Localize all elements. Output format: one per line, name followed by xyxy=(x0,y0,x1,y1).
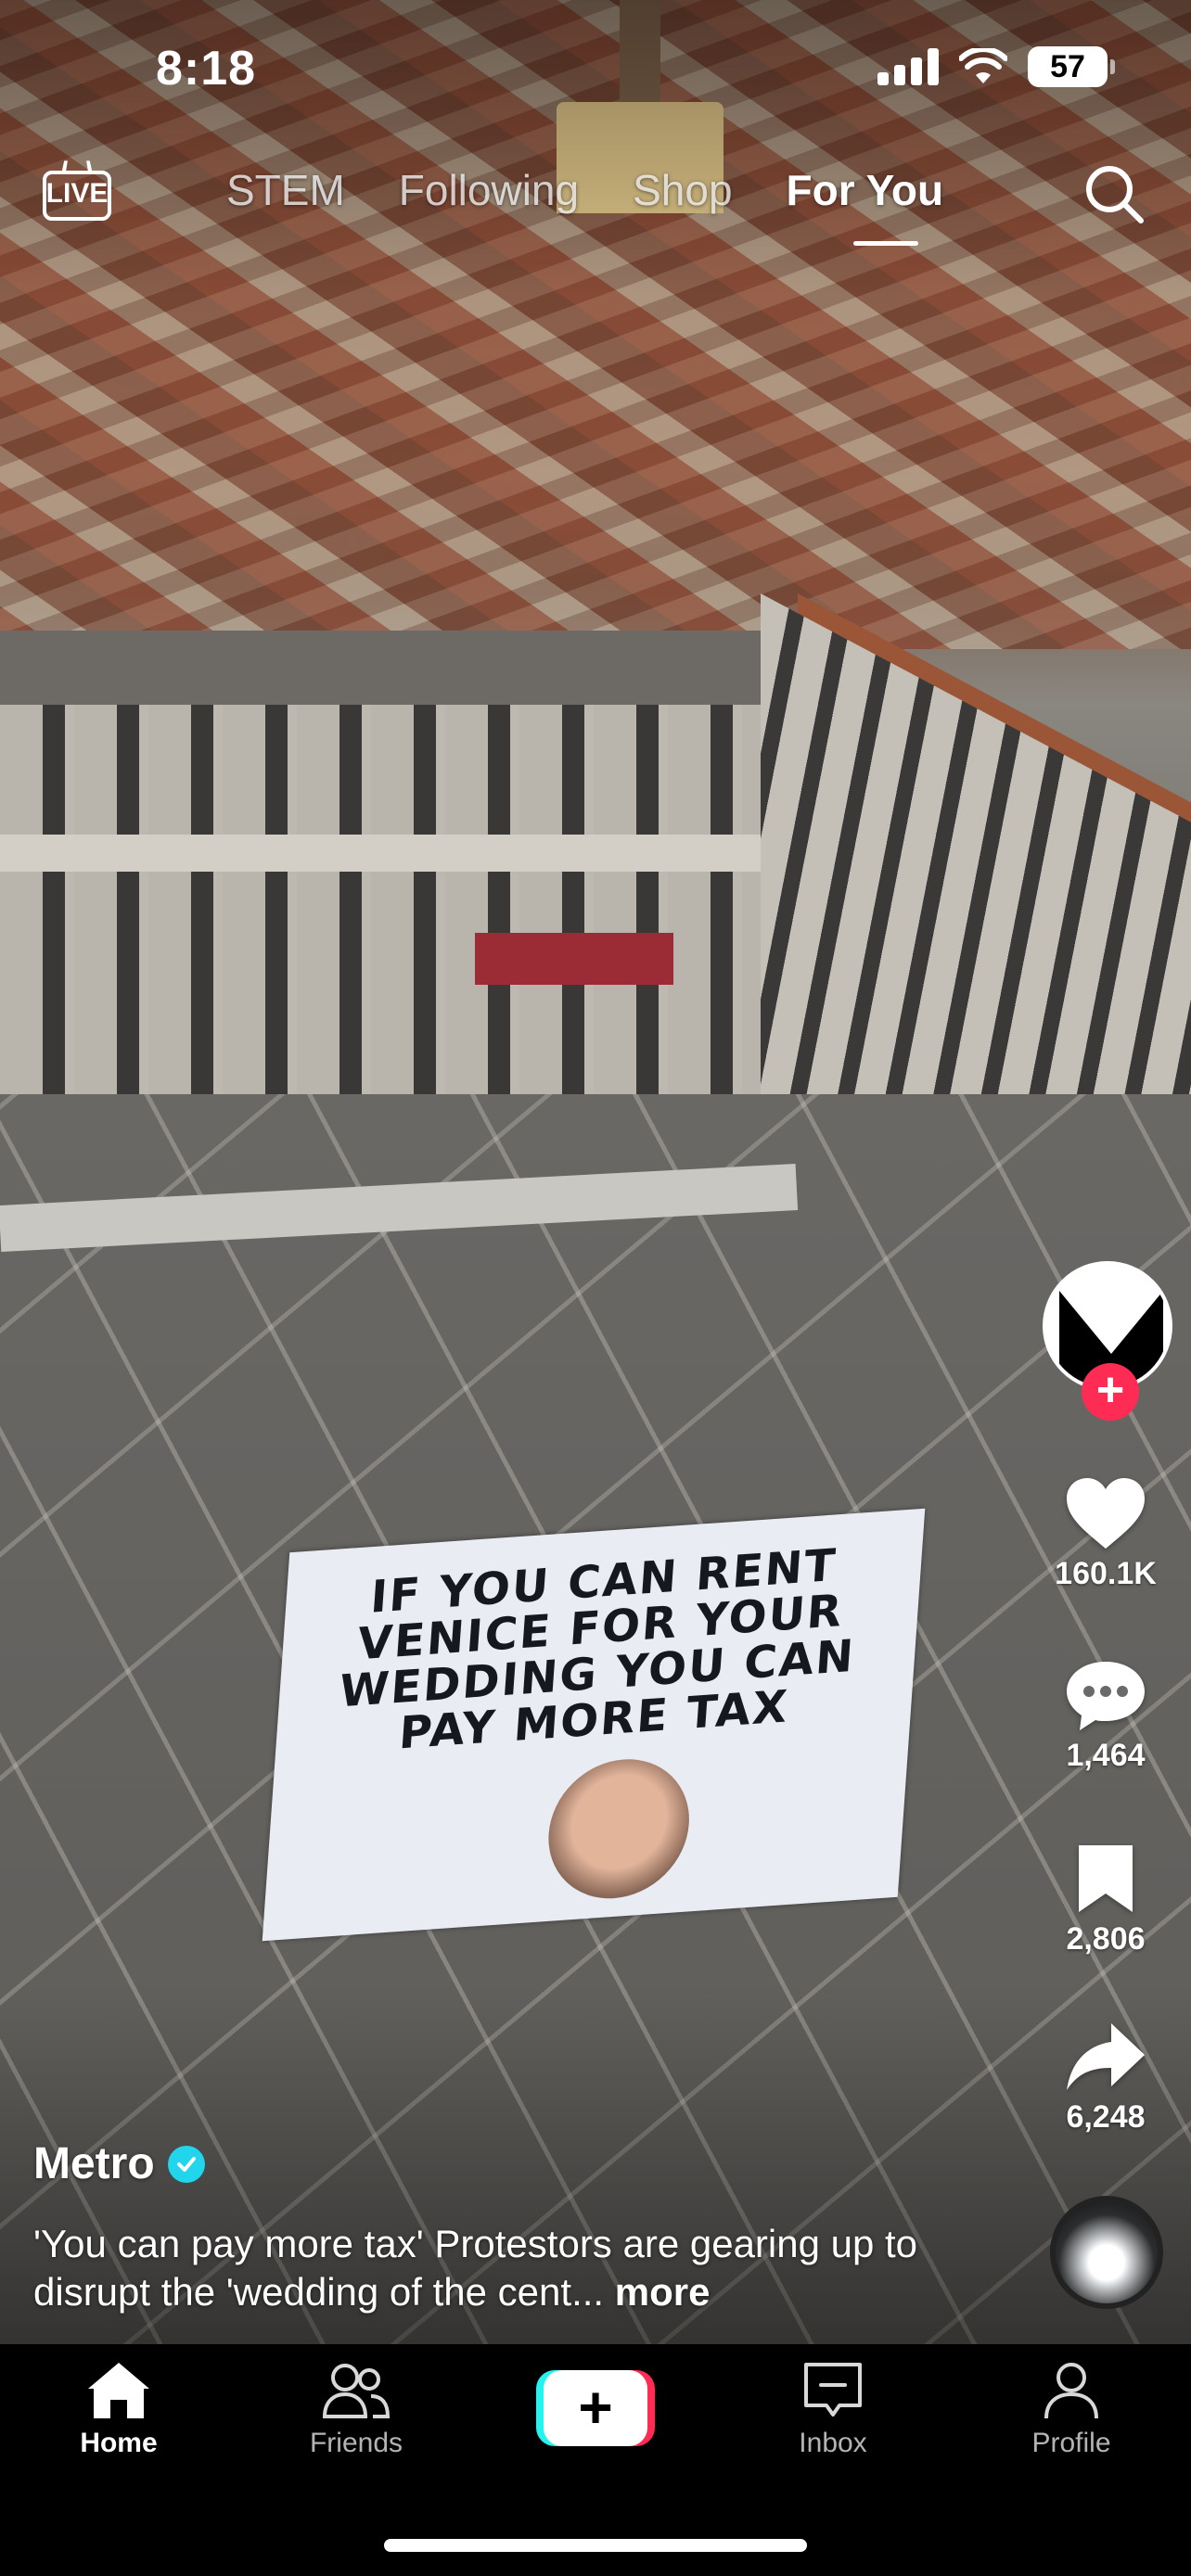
protest-banner: IF YOU CAN RENT VENICE FOR YOUR WEDDING … xyxy=(262,1508,926,1942)
tab-for-you[interactable]: For You xyxy=(787,165,944,215)
tab-stem[interactable]: STEM xyxy=(226,165,345,215)
arcade-building-left xyxy=(0,631,770,1113)
protest-banner-text: IF YOU CAN RENT VENICE FOR YOUR WEDDING … xyxy=(338,1539,857,1760)
comment-icon xyxy=(1067,1662,1145,1730)
search-icon[interactable] xyxy=(1082,161,1146,226)
share-button[interactable]: 6,248 xyxy=(1039,2020,1172,2136)
status-time: 8:18 xyxy=(156,42,257,96)
banner-portrait xyxy=(544,1754,694,1904)
comment-count: 1,464 xyxy=(1066,1738,1146,1773)
bookmark-icon xyxy=(1079,1845,1133,1912)
music-disc-icon[interactable] xyxy=(1050,2196,1163,2309)
tab-following[interactable]: Following xyxy=(399,165,579,215)
tab-inbox[interactable]: Inbox xyxy=(749,2361,916,2459)
tab-profile-label: Profile xyxy=(1031,2428,1111,2458)
save-button[interactable]: 2,806 xyxy=(1039,1842,1172,1958)
save-count: 2,806 xyxy=(1066,1921,1146,1957)
profile-icon xyxy=(1044,2363,1098,2419)
tab-inbox-label: Inbox xyxy=(799,2428,867,2458)
share-count: 6,248 xyxy=(1066,2099,1146,2135)
more-link[interactable]: more xyxy=(615,2270,711,2314)
home-icon xyxy=(88,2363,149,2418)
active-tab-indicator xyxy=(853,241,918,246)
create-button[interactable]: + xyxy=(536,2370,655,2446)
comment-button[interactable]: 1,464 xyxy=(1039,1658,1172,1774)
heart-icon xyxy=(1067,1478,1145,1549)
tab-profile[interactable]: Profile xyxy=(988,2361,1155,2459)
author-row[interactable]: Metro xyxy=(33,2138,205,2189)
follow-button[interactable]: + xyxy=(1082,1363,1139,1421)
tab-home-label: Home xyxy=(80,2428,158,2458)
museum-sign xyxy=(475,933,673,985)
plus-icon: + xyxy=(544,2370,647,2446)
tab-friends[interactable]: Friends xyxy=(273,2361,440,2459)
tab-home[interactable]: Home xyxy=(35,2361,202,2459)
caption-text: 'You can pay more tax' Protestors are ge… xyxy=(33,2222,918,2314)
post-caption[interactable]: 'You can pay more tax' Protestors are ge… xyxy=(33,2220,933,2316)
like-button[interactable]: 160.1K xyxy=(1039,1476,1172,1592)
signal-icon xyxy=(877,48,939,85)
feed-tabs: STEM Following Shop For You xyxy=(226,165,943,215)
inbox-icon xyxy=(804,2363,862,2417)
live-button[interactable]: LIVE xyxy=(43,159,111,221)
author-name[interactable]: Metro xyxy=(33,2138,155,2189)
battery-icon: 57 xyxy=(1028,46,1115,87)
home-indicator[interactable] xyxy=(384,2539,807,2552)
video-player[interactable]: IF YOU CAN RENT VENICE FOR YOUR WEDDING … xyxy=(0,0,1191,2344)
like-count: 160.1K xyxy=(1055,1556,1157,1591)
verified-badge-icon xyxy=(167,2145,205,2183)
tab-shop[interactable]: Shop xyxy=(633,165,732,215)
friends-icon xyxy=(322,2364,391,2418)
tab-friends-label: Friends xyxy=(309,2428,403,2458)
live-label: LIVE xyxy=(45,178,109,209)
wifi-icon xyxy=(959,48,1007,83)
status-icons: 57 xyxy=(877,46,1115,87)
share-arrow-icon xyxy=(1067,2023,1145,2090)
